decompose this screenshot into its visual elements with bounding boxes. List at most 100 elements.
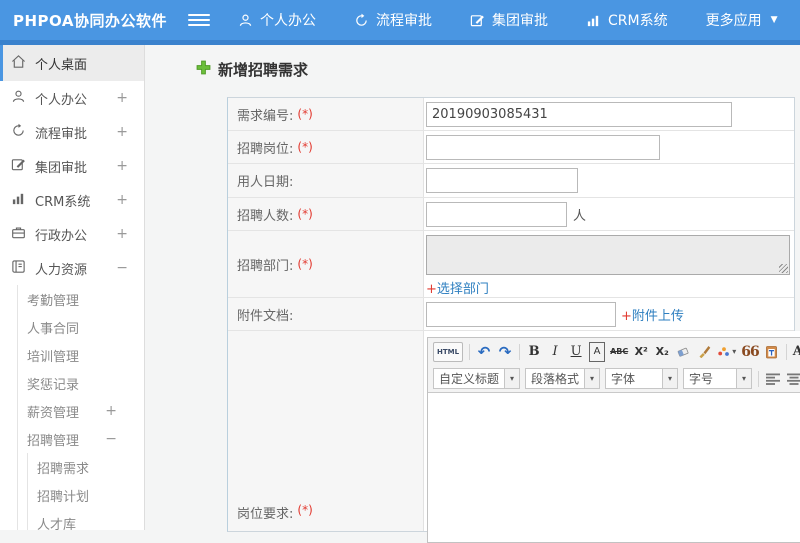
redo-icon[interactable]: ↷ <box>497 342 513 362</box>
sidebar-item-hr[interactable]: 人力资源 − <box>0 251 144 285</box>
caret-down-icon: ▼ <box>770 15 778 25</box>
expander-plus[interactable]: + <box>116 192 128 208</box>
page-title: 新增招聘需求 <box>195 57 800 81</box>
headcount-unit: 人 <box>573 208 587 224</box>
format-brush-icon[interactable] <box>696 342 712 362</box>
form-row-department: 招聘部门: (*) +选择部门 <box>228 231 794 298</box>
user-icon <box>11 89 26 108</box>
chart-icon <box>586 13 601 28</box>
align-center-icon[interactable] <box>786 369 800 389</box>
sidebar-item-attendance[interactable]: 考勤管理 <box>18 285 144 313</box>
sidebar-item-recruitment[interactable]: 招聘管理 − <box>18 425 144 453</box>
editor-toolbar-1: HTML ↶ ↷ B I U A ABC X² X₂ ▾ 66 A <box>428 338 800 365</box>
chart-icon <box>11 191 26 210</box>
editor-content-area[interactable] <box>428 392 800 542</box>
underline-button[interactable]: U <box>568 342 584 362</box>
subscript-button[interactable]: X₂ <box>654 342 670 362</box>
font-size-select[interactable]: 字号 ▾ <box>683 368 753 389</box>
sidebar: 个人桌面 个人办公 + 流程审批 + 集团审批 + CRM系统 + 行政办公 +… <box>0 45 145 530</box>
process-icon <box>354 13 369 28</box>
expander-plus[interactable]: + <box>116 226 128 242</box>
attachment-input[interactable] <box>426 301 616 327</box>
expander-plus[interactable]: + <box>116 158 128 174</box>
emoticon-color-icon[interactable]: ▾ <box>717 342 736 362</box>
form-row-job-requirements: 岗位要求: (*) HTML ↶ ↷ B I U A ABC X² X₂ ▾ 6… <box>228 331 800 543</box>
bold-button[interactable]: B <box>526 342 542 362</box>
process-icon <box>11 123 26 142</box>
hr-book-icon <box>11 259 26 278</box>
sidebar-item-crm[interactable]: CRM系统 + <box>0 183 144 217</box>
sidebar-item-personal-office[interactable]: 个人办公 + <box>0 81 144 115</box>
source-code-button[interactable]: HTML <box>433 341 464 362</box>
expander-minus[interactable]: − <box>116 260 128 276</box>
sidebar-item-recruit-request[interactable]: 招聘需求 <box>28 453 144 481</box>
select-department-link[interactable]: +选择部门 <box>426 278 489 297</box>
form-row-attachment: 附件文档: +附件上传 <box>228 298 794 331</box>
expander-plus[interactable]: + <box>116 124 128 140</box>
topbar: PHPOA协同办公软件 个人办公 流程审批 集团审批 CRM系统 更多应用 ▼ <box>0 0 800 45</box>
font-color-button[interactable]: A▾ <box>793 342 800 362</box>
italic-button[interactable]: I <box>547 342 563 362</box>
sidebar-item-admin-office[interactable]: 行政办公 + <box>0 217 144 251</box>
paste-plain-icon[interactable] <box>764 342 780 362</box>
resize-grip[interactable] <box>779 264 788 273</box>
sidebar-item-training[interactable]: 培训管理 <box>18 341 144 369</box>
expander-plus[interactable]: + <box>105 403 117 419</box>
main-content: 新增招聘需求 需求编号:(*) 招聘岗位:(*) 用人日期: 招聘人数:(*) <box>145 45 800 543</box>
custom-heading-select[interactable]: 自定义标题 ▾ <box>433 368 521 389</box>
user-icon <box>238 13 253 28</box>
form-row-headcount: 招聘人数: (*) 人 <box>228 198 794 231</box>
caret-down-icon: ▾ <box>732 347 737 356</box>
expander-minus[interactable]: − <box>105 431 117 447</box>
attachment-upload-link[interactable]: +附件上传 <box>621 305 684 324</box>
rich-text-editor: HTML ↶ ↷ B I U A ABC X² X₂ ▾ 66 A 自定义标题 … <box>427 337 800 543</box>
caret-down-icon: ▾ <box>584 369 600 388</box>
topnav-crm[interactable]: CRM系统 <box>586 10 668 30</box>
hire-date-input[interactable] <box>426 168 578 193</box>
caret-down-icon: ▾ <box>662 369 678 388</box>
form-row-position: 招聘岗位: (*) <box>228 131 794 164</box>
char-border-button[interactable]: A <box>589 341 606 362</box>
caret-down-icon: ▾ <box>504 369 520 388</box>
sidebar-item-recruit-plan[interactable]: 招聘计划 <box>28 481 144 509</box>
topnav-more-apps[interactable]: 更多应用 ▼ <box>706 10 778 30</box>
briefcase-icon <box>11 225 26 244</box>
topnav-group-approval[interactable]: 集团审批 <box>470 10 548 30</box>
edit-icon <box>11 157 26 176</box>
department-textarea[interactable] <box>426 235 790 275</box>
superscript-button[interactable]: X² <box>633 342 649 362</box>
editor-toolbar-2: 自定义标题 ▾ 段落格式 ▾ 字体 ▾ 字号 ▾ <box>428 365 800 392</box>
paragraph-format-select[interactable]: 段落格式 ▾ <box>525 368 601 389</box>
plus-icon <box>195 59 212 80</box>
hr-submenu: 考勤管理 人事合同 培训管理 奖惩记录 薪资管理 + 招聘管理 − 招聘需求 招… <box>17 285 144 530</box>
expander-plus[interactable]: + <box>116 90 128 106</box>
sidebar-item-talent-pool[interactable]: 人才库 <box>28 509 144 531</box>
sidebar-item-group-approval[interactable]: 集团审批 + <box>0 149 144 183</box>
recruitment-submenu: 招聘需求 招聘计划 人才库 <box>27 453 144 530</box>
sidebar-item-workflow-approval[interactable]: 流程审批 + <box>0 115 144 149</box>
recruit-request-form: 需求编号:(*) 招聘岗位:(*) 用人日期: 招聘人数:(*) 人 <box>227 97 800 543</box>
topnav-personal-office[interactable]: 个人办公 <box>238 10 316 30</box>
request-number-input[interactable] <box>426 101 732 127</box>
top-nav: 个人办公 流程审批 集团审批 CRM系统 更多应用 ▼ <box>238 10 778 30</box>
strikethrough-button[interactable]: ABC <box>610 342 628 362</box>
menu-toggle-icon[interactable] <box>188 14 210 26</box>
form-row-hire-date: 用人日期: <box>228 164 794 198</box>
app-logo: PHPOA协同办公软件 <box>13 11 167 30</box>
home-icon <box>11 54 26 73</box>
caret-down-icon: ▾ <box>736 369 752 388</box>
headcount-input[interactable] <box>426 201 567 227</box>
sidebar-item-personal-desktop[interactable]: 个人桌面 <box>0 45 144 81</box>
align-left-icon[interactable] <box>765 369 781 389</box>
sidebar-item-salary[interactable]: 薪资管理 + <box>18 397 144 425</box>
eraser-icon[interactable] <box>675 342 691 362</box>
sidebar-item-personnel-contract[interactable]: 人事合同 <box>18 313 144 341</box>
position-input[interactable] <box>426 134 660 160</box>
sidebar-item-rewards[interactable]: 奖惩记录 <box>18 369 144 397</box>
edit-icon <box>470 13 485 28</box>
topnav-workflow-approval[interactable]: 流程审批 <box>354 10 432 30</box>
undo-icon[interactable]: ↶ <box>476 342 492 362</box>
font-family-select[interactable]: 字体 ▾ <box>605 368 679 389</box>
blockquote-button[interactable]: 66 <box>741 342 760 362</box>
form-row-request-number: 需求编号: (*) <box>228 98 794 131</box>
